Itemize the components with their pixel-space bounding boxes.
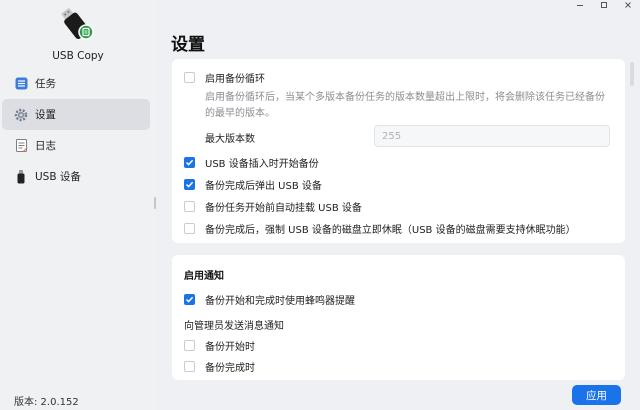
auto-mount-checkbox[interactable]	[184, 201, 195, 212]
option-row[interactable]: USB 设备插入时开始备份	[184, 155, 319, 170]
close-button[interactable]	[616, 0, 640, 10]
start-on-insert-checkbox[interactable]	[184, 157, 195, 168]
max-versions-input[interactable]	[374, 125, 610, 147]
option-row[interactable]: 备份完成后，强制 USB 设备的磁盘立即休眠（USB 设备的磁盘需要支持休眠功能…	[184, 221, 576, 236]
sidebar-nav: 任务 设置 日志 USB 设备	[0, 68, 156, 192]
option-row[interactable]: 备份完成后弹出 USB 设备	[184, 177, 322, 192]
option-row[interactable]: 备份任务开始前自动挂载 USB 设备	[184, 199, 362, 214]
close-icon	[625, 2, 631, 8]
sidebar-item-label: USB 设备	[35, 171, 81, 183]
admin-option-label: 备份完成时	[205, 363, 255, 374]
checkmark-icon	[185, 296, 194, 303]
usb-drive-icon	[14, 169, 28, 184]
admin-option-row[interactable]: 备份开始时	[184, 338, 255, 353]
admin-option-row[interactable]: 备份完成时	[184, 359, 255, 374]
option-label: 备份任务开始前自动挂载 USB 设备	[205, 203, 362, 214]
notify-on-complete-checkbox[interactable]	[184, 361, 195, 372]
app-name: USB Copy	[52, 50, 104, 62]
checkmark-icon	[185, 181, 194, 188]
usb-copy-logo-icon	[61, 8, 94, 40]
enable-rotation-label: 启用备份循环	[205, 74, 265, 85]
beeper-checkbox[interactable]	[184, 294, 195, 305]
sidebar-item-label: 日志	[35, 140, 56, 152]
sidebar: USB Copy 任务 设置 日志 USB 设备 版本: 2.0.152	[0, 0, 156, 410]
sidebar-item-tasks[interactable]: 任务	[2, 68, 150, 99]
max-versions-label: 最大版本数	[205, 134, 255, 145]
maximize-button[interactable]	[592, 0, 616, 10]
notification-card: 启用通知 备份开始和完成时使用蜂鸣器提醒 向管理员发送消息通知 备份开始时 备份…	[172, 255, 625, 380]
minimize-button[interactable]	[568, 0, 592, 10]
force-sleep-checkbox[interactable]	[184, 223, 195, 234]
rotation-description: 启用备份循环后，当某个多版本备份任务的版本数量超出上限时，将会删除该任务已经备份…	[205, 92, 605, 119]
gear-icon	[14, 108, 28, 122]
maximize-icon	[601, 2, 607, 8]
checkmark-icon	[185, 159, 194, 166]
sidebar-item-log[interactable]: 日志	[2, 130, 150, 161]
admin-notify-label: 向管理员发送消息通知	[184, 321, 284, 332]
sidebar-resize-handle[interactable]	[154, 197, 156, 209]
admin-option-label: 备份开始时	[205, 342, 255, 353]
enable-rotation-checkbox[interactable]	[184, 72, 195, 83]
sidebar-item-usb-devices[interactable]: USB 设备	[2, 161, 150, 192]
log-icon	[14, 139, 28, 153]
page-title: 设置	[171, 35, 205, 55]
beeper-row[interactable]: 备份开始和完成时使用蜂鸣器提醒	[184, 292, 355, 307]
option-label: 备份完成后，强制 USB 设备的磁盘立即休眠（USB 设备的磁盘需要支持休眠功能…	[205, 225, 576, 236]
option-label: USB 设备插入时开始备份	[205, 159, 319, 170]
minimize-icon	[577, 5, 583, 6]
enable-rotation-row[interactable]: 启用备份循环	[184, 70, 265, 85]
apply-button[interactable]: 应用	[572, 385, 621, 405]
sidebar-item-label: 任务	[35, 78, 56, 90]
notification-section-title: 启用通知	[184, 271, 224, 282]
beeper-label: 备份开始和完成时使用蜂鸣器提醒	[205, 296, 355, 307]
scrollbar[interactable]	[630, 62, 634, 86]
eject-after-backup-checkbox[interactable]	[184, 179, 195, 190]
sidebar-item-settings[interactable]: 设置	[2, 99, 150, 130]
task-list-icon	[14, 77, 28, 91]
notify-on-start-checkbox[interactable]	[184, 340, 195, 351]
sidebar-item-label: 设置	[35, 109, 56, 121]
version-label: 版本: 2.0.152	[14, 397, 79, 408]
backup-settings-card: 启用备份循环 启用备份循环后，当某个多版本备份任务的版本数量超出上限时，将会删除…	[172, 59, 625, 243]
window-controls	[568, 0, 640, 10]
option-label: 备份完成后弹出 USB 设备	[205, 181, 322, 192]
